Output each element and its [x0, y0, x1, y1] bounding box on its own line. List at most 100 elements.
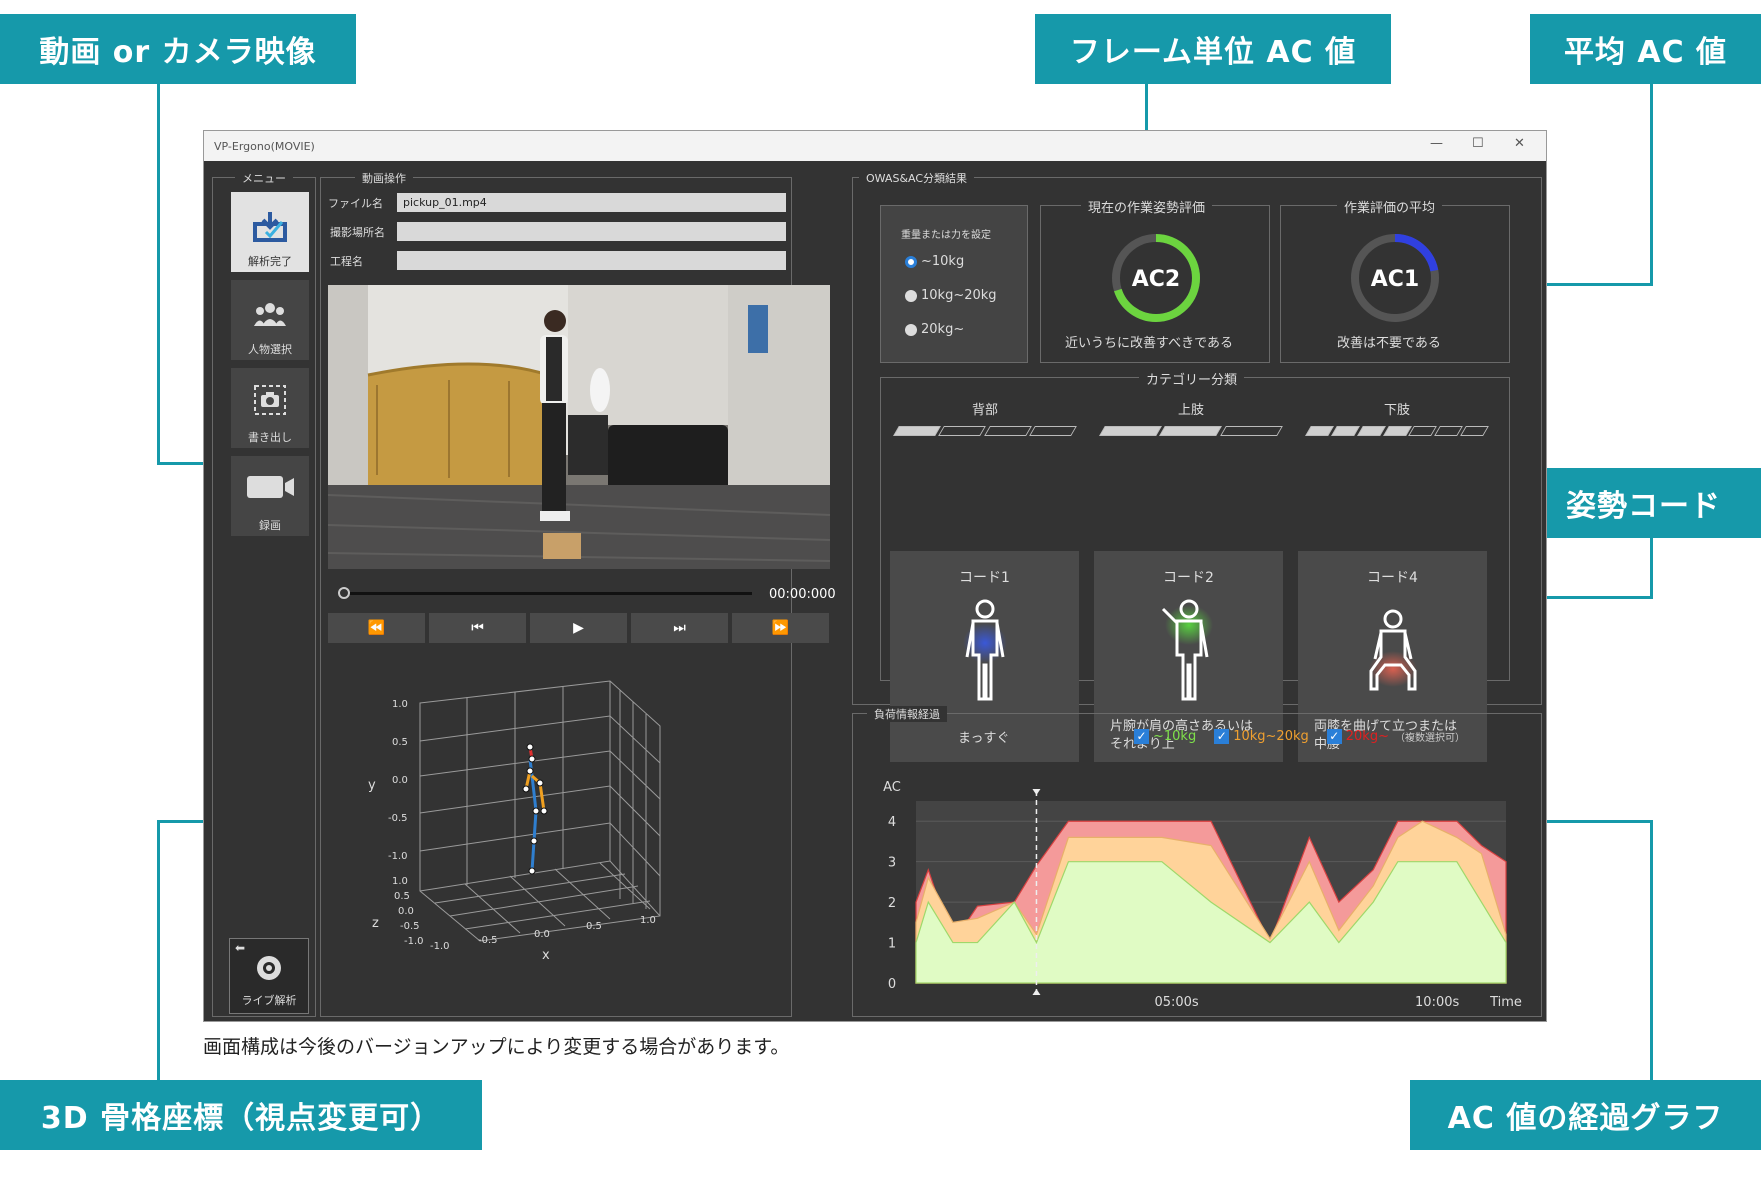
- level-segment: [1028, 426, 1077, 436]
- process-label: 工程名: [330, 255, 363, 268]
- close-button[interactable]: ✕: [1514, 136, 1525, 151]
- radio-icon: [905, 289, 917, 302]
- y-tick-label: 2: [888, 896, 896, 911]
- average-evaluation-desc: 改善は不要である: [1337, 336, 1441, 351]
- file-name-field[interactable]: pickup_01.mp4: [397, 193, 786, 212]
- z-tick: 0.5: [394, 891, 410, 902]
- y-tick: 0.5: [392, 737, 408, 748]
- radio-icon: [905, 323, 917, 336]
- level-segment: [1159, 426, 1223, 436]
- knees-bent-icon: [1369, 609, 1417, 691]
- level-segment: [1434, 426, 1464, 436]
- callout-posture-code: 姿勢コード: [1526, 468, 1761, 538]
- x-tick: 1.0: [640, 915, 656, 926]
- maximize-button[interactable]: ☐: [1472, 136, 1484, 151]
- live-analysis-label: ライブ解析: [241, 994, 297, 1007]
- legend-label: ~10kg: [1153, 729, 1197, 744]
- connector-line: [1650, 820, 1653, 1082]
- callout-frame-ac: フレーム単位 AC 値: [1035, 14, 1391, 84]
- y-tick-label: 0: [888, 977, 896, 992]
- live-analysis-button[interactable]: ⬅ ライブ解析: [229, 938, 309, 1014]
- file-name-label: ファイル名: [328, 197, 383, 210]
- z-tick: 0.0: [398, 906, 414, 917]
- menu-title: メニュー: [235, 170, 293, 186]
- footnote: 画面構成は今後のバージョンアップにより変更する場合があります。: [203, 1036, 790, 1058]
- weight-option-10-20kg[interactable]: 10kg~20kg: [905, 288, 997, 303]
- location-field[interactable]: [397, 222, 786, 241]
- play-button[interactable]: ▶: [530, 613, 627, 643]
- checkbox-10-20kg[interactable]: ✓ 10kg~20kg: [1214, 729, 1309, 744]
- level-segment: [938, 426, 987, 436]
- rewind-icon: ⏪: [367, 620, 386, 636]
- fast-forward-icon: ⏩: [771, 620, 790, 636]
- title-bar: VP-Ergono(MOVIE) — ☐ ✕: [204, 131, 1546, 161]
- level-segment: [1219, 426, 1283, 436]
- x-tick-label: 10:00s: [1415, 995, 1459, 1010]
- minimize-button[interactable]: —: [1430, 136, 1443, 151]
- standing-straight-icon: [963, 599, 1007, 701]
- menu-item-label: 解析完了: [248, 255, 292, 268]
- people-icon: [254, 303, 286, 326]
- skip-forward-button[interactable]: ⏭: [631, 613, 728, 643]
- checkbox-under-10kg[interactable]: ✓ ~10kg: [1134, 729, 1196, 744]
- time-cursor-bottom-marker: [1032, 989, 1041, 995]
- rewind-button[interactable]: ⏪: [328, 613, 425, 643]
- category-name-back: 背部: [972, 403, 999, 418]
- video-camera-icon: [247, 476, 294, 498]
- level-segment: [1382, 426, 1412, 436]
- legend-label: 20kg~: [1345, 729, 1389, 744]
- callout-ac-graph: AC 値の経過グラフ: [1410, 1080, 1761, 1150]
- current-evaluation-title: 現在の作業姿勢評価: [1081, 197, 1213, 216]
- menu-analysis-complete-button[interactable]: 解析完了: [231, 192, 309, 272]
- results-title: OWAS&AC分類結果: [859, 170, 975, 186]
- video-frame-image: [328, 285, 830, 569]
- menu-person-select-button[interactable]: 人物選択: [231, 280, 309, 360]
- fast-forward-button[interactable]: ⏩: [732, 613, 829, 643]
- skeleton-3d-plot[interactable]: 1.0 0.5 0.0 -0.5 -1.0 y 1.0 0.5 0.0 -0.5…: [320, 671, 792, 961]
- app-window: VP-Ergono(MOVIE) — ☐ ✕ メニュー 解析完了 人物選択 書き…: [203, 130, 1547, 1022]
- seek-handle[interactable]: [338, 587, 350, 599]
- level-bar-back: [893, 426, 1077, 436]
- seek-bar[interactable]: [340, 592, 752, 595]
- video-preview[interactable]: [328, 285, 830, 569]
- y-tick: -0.5: [388, 813, 408, 824]
- process-field[interactable]: [397, 251, 786, 270]
- callout-average-ac: 平均 AC 値: [1530, 14, 1761, 84]
- level-segment: [893, 426, 942, 436]
- skip-back-icon: ⏮: [471, 620, 484, 636]
- location-label: 撮影場所名: [330, 226, 385, 239]
- weight-setting-title: 重量または力を設定: [901, 230, 991, 241]
- average-ac-ring: AC1: [1351, 234, 1439, 322]
- skip-back-button[interactable]: ⏮: [429, 613, 526, 643]
- level-segment: [1305, 426, 1334, 436]
- legend-label: 10kg~20kg: [1233, 729, 1309, 744]
- category-name-lower-limb: 下肢: [1384, 403, 1411, 418]
- lower-limb-code: コード4: [1367, 570, 1418, 586]
- x-axis-label: x: [542, 948, 550, 961]
- menu-export-button[interactable]: 書き出し: [231, 368, 309, 448]
- menu-record-button[interactable]: 録画: [231, 456, 309, 536]
- z-tick: -0.5: [400, 921, 420, 932]
- x-axis-label: Time: [1489, 995, 1522, 1010]
- menu-item-label: 人物選択: [248, 343, 292, 356]
- play-icon: ▶: [573, 620, 584, 636]
- current-ac-ring: AC2: [1112, 234, 1200, 322]
- weight-option-under-10kg[interactable]: ~10kg: [905, 254, 964, 269]
- x-tick: -1.0: [430, 941, 450, 952]
- current-ac-value: AC2: [1132, 267, 1180, 292]
- connector-line: [157, 84, 160, 464]
- back-code: コード1: [959, 570, 1010, 586]
- x-tick: -0.5: [478, 935, 498, 946]
- level-segment: [1460, 426, 1489, 436]
- checkbox-over-20kg[interactable]: ✓ 20kg~: [1326, 729, 1389, 744]
- ac-area-chart[interactable]: AC 0 1 2 3 4 05:00s 10:00s Time: [856, 761, 1536, 1011]
- x-tick: 0.5: [586, 921, 602, 932]
- timecode: 00:00:000: [769, 587, 836, 602]
- level-segment: [983, 426, 1032, 436]
- weight-option-label: ~10kg: [921, 254, 965, 269]
- menu-item-label: 書き出し: [248, 431, 292, 444]
- y-tick-label: 4: [888, 815, 896, 830]
- average-ac-value: AC1: [1371, 267, 1419, 292]
- skip-forward-icon: ⏭: [673, 620, 686, 636]
- weight-option-over-20kg[interactable]: 20kg~: [905, 322, 964, 337]
